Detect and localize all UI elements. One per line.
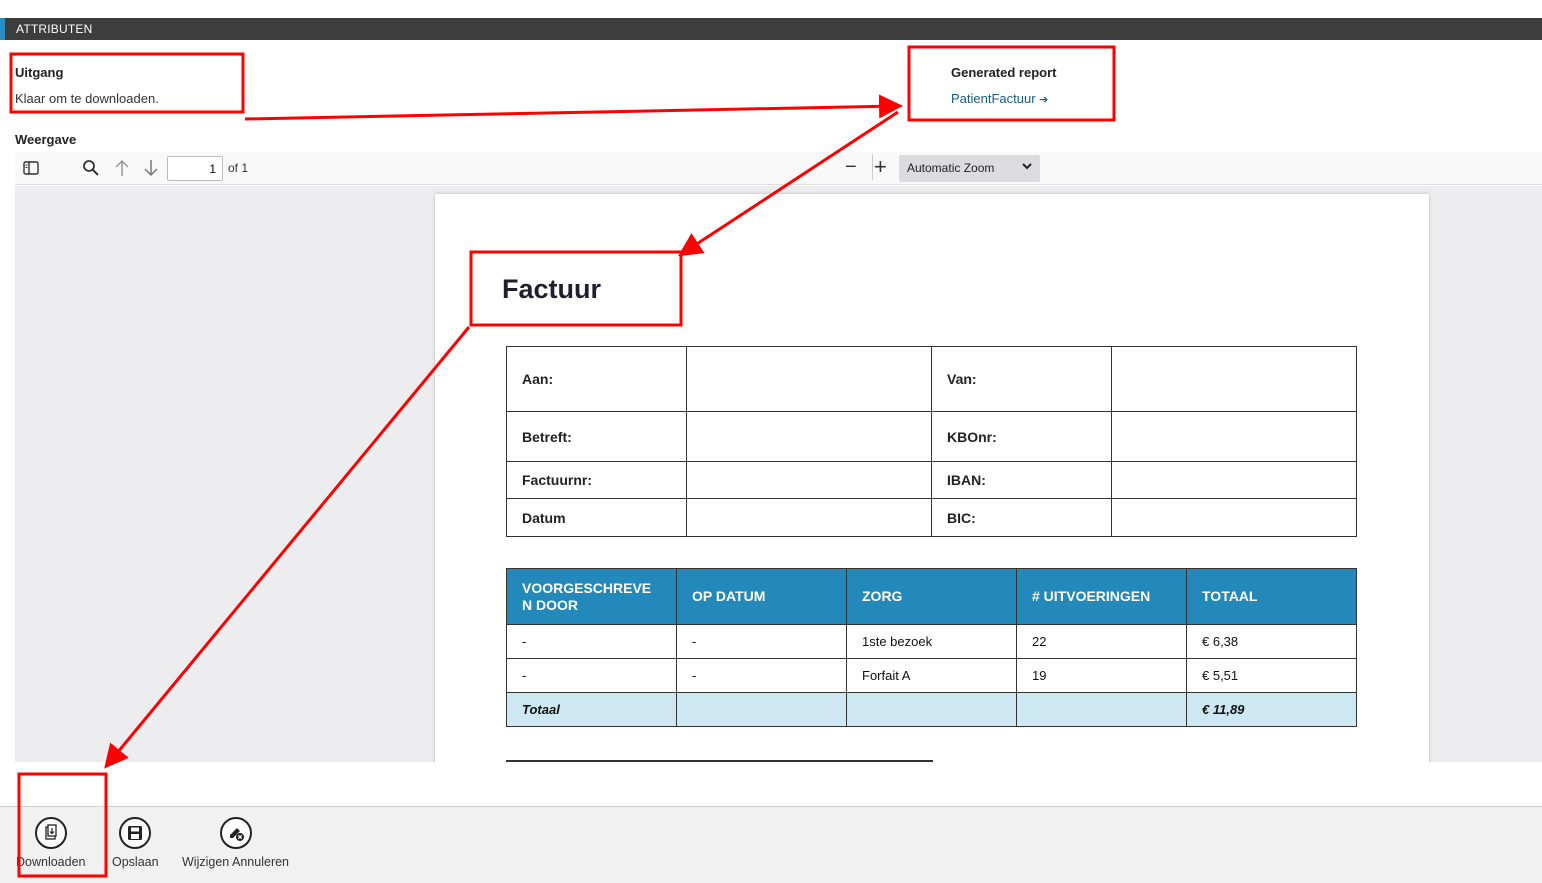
download-label: Downloaden [16,855,86,869]
arrow-right-icon: ➔ [1039,94,1049,106]
save-button[interactable]: Opslaan [112,817,159,869]
table-cell: € 6,38 [1186,624,1357,659]
pdf-toolbar: of 1 − + Automatic Zoom [15,152,1542,185]
output-status: Klaar om te downloaden. [15,91,159,106]
output-label: Uitgang [15,65,64,80]
column-header: VOORGESCHREVE N DOOR [506,568,677,625]
sidebar-toggle-icon[interactable] [20,157,42,179]
items-table: VOORGESCHREVE N DOOR OP DATUM ZORG # UIT… [506,568,1357,727]
action-bar: Downloaden Opslaan Wijzigen Annuleren [0,806,1542,883]
info-value [686,346,932,412]
column-header: ZORG [846,568,1017,625]
highlight-box-report [907,45,1116,122]
table-cell: Forfait A [846,658,1017,693]
table-cell [676,692,847,727]
total-value: € 11,89 [1186,692,1357,727]
download-button[interactable]: Downloaden [16,817,86,869]
table-cell: - [506,624,677,659]
cancel-edit-button[interactable]: Wijzigen Annuleren [182,817,289,869]
report-label: Generated report [951,65,1057,80]
save-label: Opslaan [112,855,159,869]
table-cell: - [676,658,847,693]
download-icon [34,817,67,849]
table-cell [1016,692,1187,727]
header-title: ATTRIBUTEN [16,22,93,36]
cancel-edit-icon [219,817,252,849]
zoom-select[interactable]: Automatic Zoom [899,155,1040,182]
table-cell [846,692,1017,727]
info-value [686,461,932,499]
info-row: Datum BIC: [506,498,1357,537]
info-label: Datum [506,498,687,537]
report-link-text[interactable]: PatientFactuur [951,91,1036,106]
info-value [1111,461,1357,499]
table-row: - - Forfait A 19 € 5,51 [506,658,1357,693]
next-page-icon[interactable] [140,157,162,179]
info-label: IBAN: [931,461,1112,499]
page-count: of 1 [228,161,249,175]
info-label: Betreft: [506,411,687,462]
view-label: Weergave [15,132,77,147]
info-label: Van: [931,346,1112,412]
info-label: Aan: [506,346,687,412]
signature-line [506,760,933,762]
info-value [1111,498,1357,537]
column-header: OP DATUM [676,568,847,625]
info-row: Betreft: KBOnr: [506,411,1357,462]
zoom-value: Automatic Zoom [907,161,995,175]
table-cell: € 5,51 [1186,658,1357,693]
table-cell: 19 [1016,658,1187,693]
report-link[interactable]: PatientFactuur ➔ [951,91,1048,106]
column-header: TOTAAL [1186,568,1357,625]
zoom-out-button[interactable]: − [845,156,857,179]
info-row: Aan: Van: [506,346,1357,412]
pdf-viewer[interactable]: Factuur Aan: Van: Betreft: KBOnr: Factuu… [15,186,1542,762]
table-cell: 1ste bezoek [846,624,1017,659]
search-icon[interactable] [80,157,102,179]
total-row: Totaal € 11,89 [506,692,1357,727]
attributes-header: ATTRIBUTEN [0,18,1542,40]
zoom-in-button[interactable]: + [874,154,887,180]
info-label: BIC: [931,498,1112,537]
pdf-page: Factuur Aan: Van: Betreft: KBOnr: Factuu… [435,194,1429,762]
info-value [686,498,932,537]
chevron-down-icon [1022,160,1032,174]
table-row: - - 1ste bezoek 22 € 6,38 [506,624,1357,659]
table-cell: - [676,624,847,659]
cancel-edit-label: Wijzigen Annuleren [182,855,290,869]
column-header: # UITVOERINGEN [1016,568,1187,625]
document-title: Factuur [502,274,602,304]
annotation-arrow [244,94,903,121]
table-cell: 22 [1016,624,1187,659]
save-icon [119,817,152,849]
header-accent [0,18,5,40]
info-label: Factuurnr: [506,461,687,499]
info-value [1111,411,1357,462]
info-value [1111,346,1357,412]
page-number-input[interactable] [167,156,223,181]
items-header-row: VOORGESCHREVE N DOOR OP DATUM ZORG # UIT… [506,568,1357,625]
total-label: Totaal [506,692,677,727]
info-table: Aan: Van: Betreft: KBOnr: Factuurnr: IBA… [506,346,1357,537]
info-row: Factuurnr: IBAN: [506,461,1357,499]
table-cell: - [506,658,677,693]
info-value [686,411,932,462]
previous-page-icon[interactable] [111,157,133,179]
info-label: KBOnr: [931,411,1112,462]
toolbar-divider [872,154,873,180]
